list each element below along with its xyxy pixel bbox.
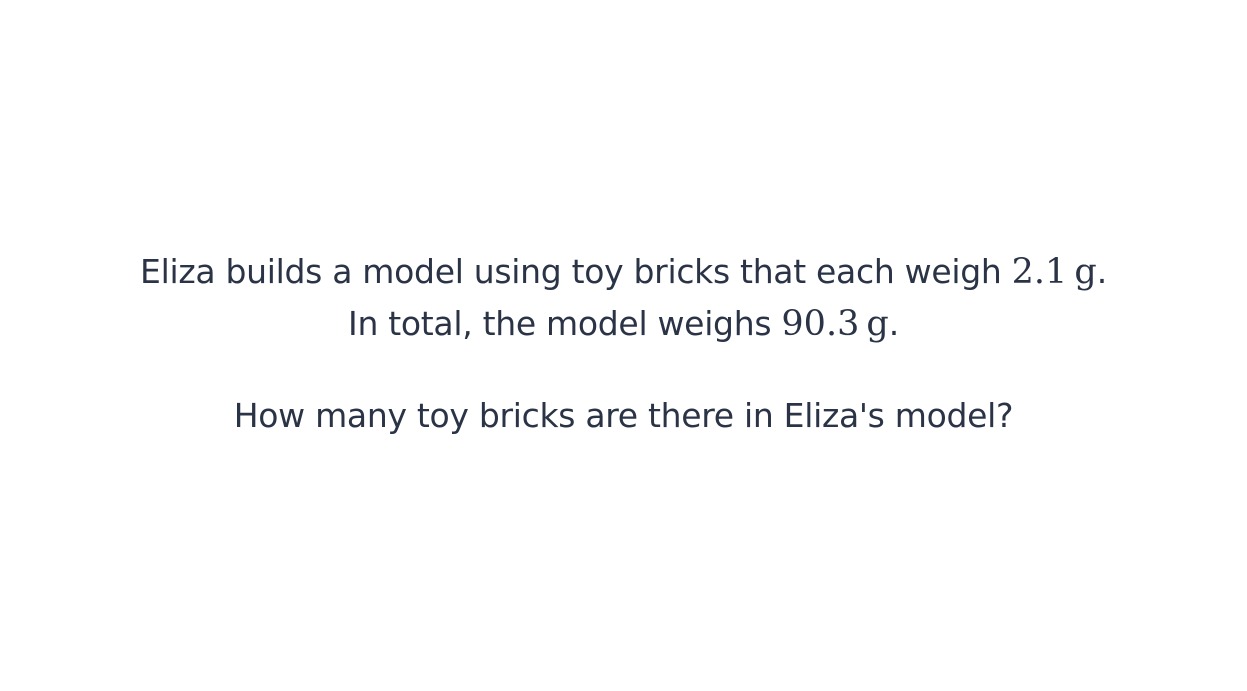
problem-text: Eliza builds a model using toy bricks th… <box>0 246 1247 442</box>
question-line: How many toy bricks are there in Eliza's… <box>233 396 1014 435</box>
total-weight-number: 90.3 <box>781 304 860 344</box>
total-weight-unit: g <box>866 304 889 344</box>
problem-line-1: Eliza builds a model using toy bricks th… <box>0 246 1247 298</box>
total-weight-value: 90.3 g <box>781 304 888 344</box>
brick-weight-unit: g <box>1074 252 1097 292</box>
problem-line-2: In total, the model weighs 90.3 g. <box>0 298 1247 350</box>
line-2-text: In total, the model weighs <box>348 304 782 343</box>
line-2-period: . <box>888 304 900 343</box>
line-1-period: . <box>1096 252 1108 291</box>
brick-weight-number: 2.1 <box>1011 252 1068 292</box>
line-1-text: Eliza builds a model using toy bricks th… <box>140 252 1012 291</box>
page: Eliza builds a model using toy bricks th… <box>0 0 1247 691</box>
brick-weight-value: 2.1 g <box>1012 252 1097 292</box>
